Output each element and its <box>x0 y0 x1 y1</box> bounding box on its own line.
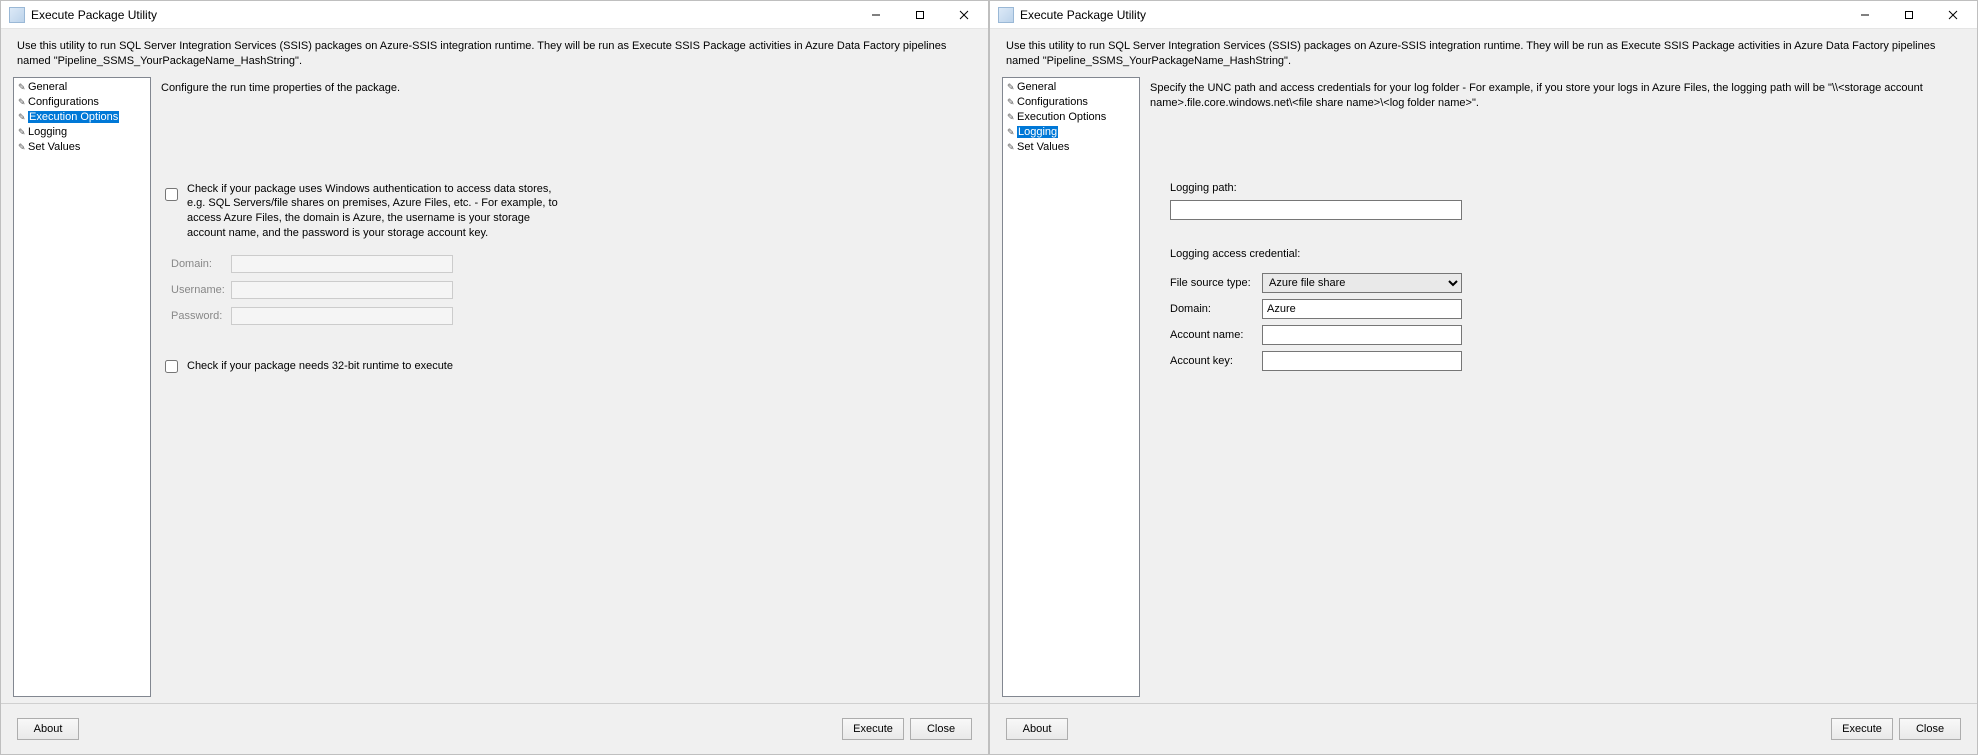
nav-item-execution-options[interactable]: ✎Execution Options <box>1007 110 1135 125</box>
checkbox-32bit[interactable] <box>165 360 178 373</box>
close-button[interactable] <box>1931 1 1975 29</box>
checkbox-32bit-label: Check if your package needs 32-bit runti… <box>187 360 453 372</box>
username-label: Username: <box>171 284 231 296</box>
window-title: Execute Package Utility <box>31 8 854 22</box>
nav-item-logging[interactable]: ✎Logging <box>1007 125 1135 140</box>
account-name-label: Account name: <box>1170 329 1262 341</box>
section-hint: Configure the run time properties of the… <box>161 81 976 96</box>
bullet-icon: ✎ <box>18 127 28 138</box>
execute-button[interactable]: Execute <box>842 718 904 740</box>
auth-fields: Domain: Username: Password: <box>171 251 976 329</box>
bullet-icon: ✎ <box>1007 142 1017 153</box>
file-source-type-label: File source type: <box>1170 277 1262 289</box>
close-footer-button[interactable]: Close <box>910 718 972 740</box>
bullet-icon: ✎ <box>18 97 28 108</box>
account-key-input[interactable] <box>1262 351 1462 371</box>
window-logging: Execute Package Utility Use this utility… <box>989 0 1978 755</box>
account-key-label: Account key: <box>1170 355 1262 367</box>
nav-item-general[interactable]: ✎General <box>18 80 146 95</box>
close-footer-button[interactable]: Close <box>1899 718 1961 740</box>
titlebar: Execute Package Utility <box>990 1 1977 29</box>
nav-item-set-values[interactable]: ✎Set Values <box>1007 140 1135 155</box>
bullet-icon: ✎ <box>18 82 28 93</box>
window-execution-options: Execute Package Utility Use this utility… <box>0 0 989 755</box>
log-domain-label: Domain: <box>1170 303 1262 315</box>
maximize-button[interactable] <box>898 1 942 29</box>
bullet-icon: ✎ <box>18 142 28 153</box>
utility-description: Use this utility to run SQL Server Integ… <box>1 29 988 77</box>
nav-item-configurations[interactable]: ✎Configurations <box>18 95 146 110</box>
nav-item-set-values[interactable]: ✎Set Values <box>18 140 146 155</box>
minimize-button[interactable] <box>1843 1 1887 29</box>
content-logging: Specify the UNC path and access credenti… <box>1150 77 1965 697</box>
nav-panel: ✎General ✎Configurations ✎Execution Opti… <box>13 77 151 697</box>
bullet-icon: ✎ <box>1007 127 1017 138</box>
password-input <box>231 307 453 325</box>
account-name-input[interactable] <box>1262 325 1462 345</box>
nav-item-configurations[interactable]: ✎Configurations <box>1007 95 1135 110</box>
section-hint: Specify the UNC path and access credenti… <box>1150 81 1965 111</box>
logging-path-label: Logging path: <box>1170 182 1965 194</box>
checkbox-windows-auth[interactable] <box>165 188 178 201</box>
utility-description: Use this utility to run SQL Server Integ… <box>990 29 1977 77</box>
footer: About Execute Close <box>990 703 1977 754</box>
about-button[interactable]: About <box>1006 718 1068 740</box>
nav-item-general[interactable]: ✎General <box>1007 80 1135 95</box>
password-label: Password: <box>171 310 231 322</box>
log-domain-input[interactable] <box>1262 299 1462 319</box>
domain-label: Domain: <box>171 258 231 270</box>
titlebar: Execute Package Utility <box>1 1 988 29</box>
domain-input <box>231 255 453 273</box>
content-execution-options: Configure the run time properties of the… <box>161 77 976 697</box>
bullet-icon: ✎ <box>1007 82 1017 93</box>
nav-item-logging[interactable]: ✎Logging <box>18 125 146 140</box>
app-icon <box>9 7 25 23</box>
execute-button[interactable]: Execute <box>1831 718 1893 740</box>
app-icon <box>998 7 1014 23</box>
maximize-button[interactable] <box>1887 1 1931 29</box>
bullet-icon: ✎ <box>1007 112 1017 123</box>
bullet-icon: ✎ <box>18 112 28 123</box>
window-title: Execute Package Utility <box>1020 8 1843 22</box>
nav-panel: ✎General ✎Configurations ✎Execution Opti… <box>1002 77 1140 697</box>
minimize-button[interactable] <box>854 1 898 29</box>
nav-item-execution-options[interactable]: ✎Execution Options <box>18 110 146 125</box>
credential-header: Logging access credential: <box>1170 248 1965 260</box>
about-button[interactable]: About <box>17 718 79 740</box>
logging-path-input[interactable] <box>1170 200 1462 220</box>
username-input <box>231 281 453 299</box>
bullet-icon: ✎ <box>1007 97 1017 108</box>
close-button[interactable] <box>942 1 986 29</box>
checkbox-windows-auth-label: Check if your package uses Windows authe… <box>187 182 571 241</box>
file-source-type-select[interactable]: Azure file share <box>1262 273 1462 293</box>
footer: About Execute Close <box>1 703 988 754</box>
